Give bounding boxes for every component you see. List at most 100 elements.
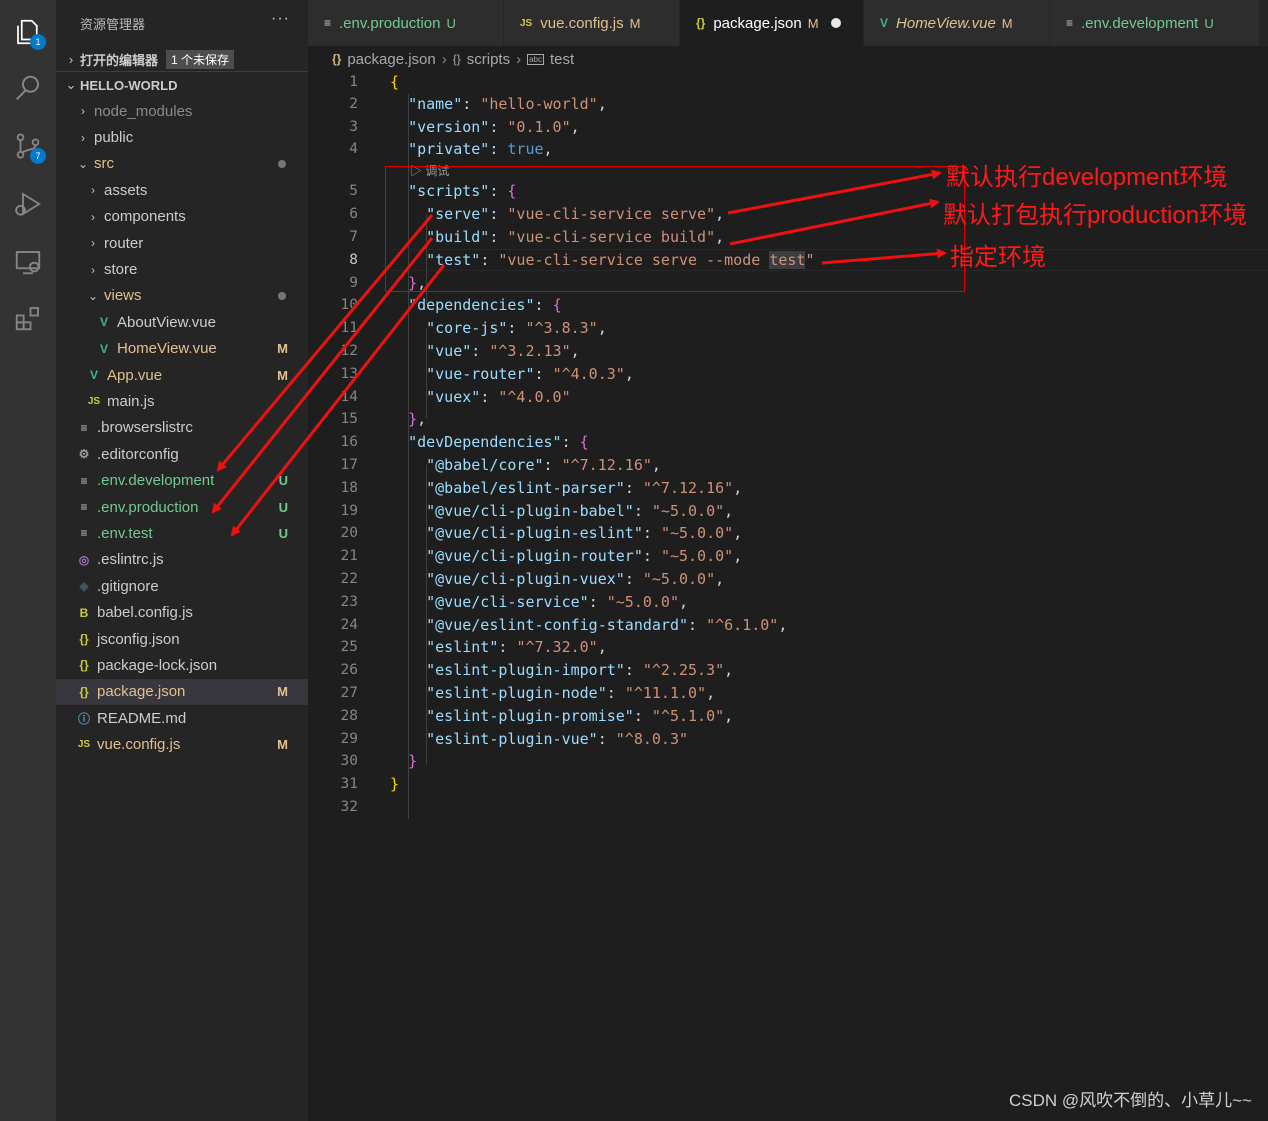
line-number: 2 [349, 96, 358, 112]
code-token: { [552, 296, 562, 314]
tree-item[interactable]: V HomeView.vue M [56, 336, 308, 362]
line-number: 15 [340, 411, 358, 427]
tree-item[interactable]: ≡ .env.development U [56, 467, 308, 493]
line-number: 19 [340, 503, 358, 519]
code-token: : [480, 388, 499, 406]
tree-item[interactable]: JS vue.config.js M [56, 731, 308, 757]
code-line: "eslint-plugin-promise": "^5.1.0", [390, 706, 733, 726]
editor-tab[interactable]: V HomeView.vue M [864, 0, 1050, 46]
tree-item[interactable]: {} package.json M [56, 678, 308, 705]
tree-item[interactable]: ⚙ .editorconfig [56, 441, 308, 467]
tree-item[interactable]: V App.vue M [56, 362, 308, 388]
tree-item-label: .env.production [97, 498, 199, 516]
tree-item[interactable]: › public [56, 124, 308, 150]
git-status-badge: U [278, 525, 288, 541]
line-number: 6 [349, 206, 358, 222]
tree-item-label: jsconfig.json [97, 630, 180, 648]
code-line: "private": true, [390, 139, 553, 159]
chevron-right-icon: › [91, 209, 95, 224]
code-token: : [688, 616, 707, 634]
tree-item[interactable]: › assets [56, 177, 308, 203]
code-token: "@vue/cli-service" [426, 593, 589, 611]
breadcrumb-section[interactable]: scripts [467, 51, 510, 68]
tree-item[interactable]: › components [56, 204, 308, 230]
code-token: , [733, 479, 743, 497]
tree-item[interactable]: ⌄ views [56, 283, 308, 309]
line-number: 7 [349, 229, 358, 245]
json-icon: {} [696, 16, 706, 30]
modified-dot [278, 159, 286, 168]
breadcrumb-item[interactable]: test [550, 51, 574, 68]
editor-tab[interactable]: JS vue.config.js M [504, 0, 680, 46]
tree-item[interactable]: V AboutView.vue [56, 309, 308, 335]
code-token: true [507, 140, 544, 158]
tree-item[interactable]: Bbabel.config.js [56, 599, 308, 625]
explorer-icon[interactable]: 1 [8, 12, 48, 52]
chevron-down-icon: ⌄ [77, 156, 89, 171]
tree-item[interactable]: ≡ .env.test U [56, 520, 308, 546]
vue-icon: V [99, 341, 108, 356]
vue-icon: V [99, 315, 108, 330]
run-debug-icon[interactable] [8, 184, 48, 224]
tree-item[interactable]: ⌄ src [56, 151, 308, 177]
tree-item[interactable]: ⓘ README.md [56, 705, 308, 731]
remote-explorer-icon[interactable] [8, 242, 48, 282]
serve-annotation: 默认执行development环境 [946, 164, 1228, 191]
more-actions-icon[interactable]: ··· [271, 10, 290, 28]
editor-tab[interactable]: ≡ .env.production U [308, 0, 504, 46]
git-icon: ◆ [79, 579, 89, 594]
tree-item[interactable]: › store [56, 256, 308, 282]
chevron-right-icon: › [81, 130, 85, 145]
code-line: { [390, 72, 399, 92]
tree-item[interactable]: JS main.js [56, 388, 308, 414]
code-token: "dependencies" [408, 296, 535, 314]
code-token: : [624, 479, 643, 497]
scripts-highlight-box [385, 166, 965, 292]
open-editors-label: 打开的编辑器 [80, 52, 159, 68]
text-file-icon: ≡ [324, 16, 332, 30]
tree-item[interactable]: ◎ .eslintrc.js [56, 547, 308, 573]
extensions-icon[interactable] [8, 298, 48, 338]
code-token: "eslint-plugin-import" [426, 661, 625, 679]
code-token: "vue" [426, 342, 472, 360]
code-token: : [642, 547, 661, 565]
code-line: "@vue/eslint-config-standard": "^6.1.0", [390, 615, 787, 635]
line-number: 11 [340, 320, 358, 336]
code-line: "eslint-plugin-import": "^2.25.3", [390, 660, 733, 680]
tree-item[interactable]: {} package-lock.json [56, 652, 308, 678]
code-token: : [633, 502, 652, 520]
unsaved-dot-icon[interactable] [830, 18, 841, 28]
tree-item[interactable]: › router [56, 230, 308, 256]
watermark: CSDN @风吹不倒的、小草儿~~ [1008, 1091, 1252, 1110]
line-number: 14 [340, 389, 358, 405]
breadcrumb-file[interactable]: package.json [347, 51, 435, 68]
tree-item[interactable]: ◆ .gitignore [56, 573, 308, 599]
source-control-icon[interactable]: 7 [8, 126, 48, 166]
javascript-icon: JS [77, 739, 91, 751]
tree-item[interactable]: › node_modules [56, 98, 308, 124]
code-token: "^3.2.13" [489, 342, 571, 360]
code-token: : [543, 456, 562, 474]
editor-tab[interactable]: {} package.json M [680, 0, 864, 46]
code-token: , [570, 118, 580, 136]
line-number: 10 [340, 297, 358, 313]
search-icon[interactable] [8, 68, 48, 108]
text-file-icon: ≡ [80, 526, 88, 541]
tab-status: M [807, 15, 819, 31]
code-token: } [408, 410, 418, 428]
tree-item[interactable]: ≡ .env.production U [56, 494, 308, 520]
tree-item[interactable]: {} jsconfig.json [56, 626, 308, 652]
project-section[interactable]: ⌄ HELLO-WORLD [56, 72, 308, 98]
editor-tab[interactable]: ≡ .env.development U [1050, 0, 1260, 46]
open-editors-section[interactable]: › 打开的编辑器 1 个未保存 [56, 46, 308, 72]
line-number: 17 [340, 457, 358, 473]
tab-status: U [446, 15, 456, 31]
tree-item[interactable]: ≡ .browserslistrc [56, 415, 308, 441]
